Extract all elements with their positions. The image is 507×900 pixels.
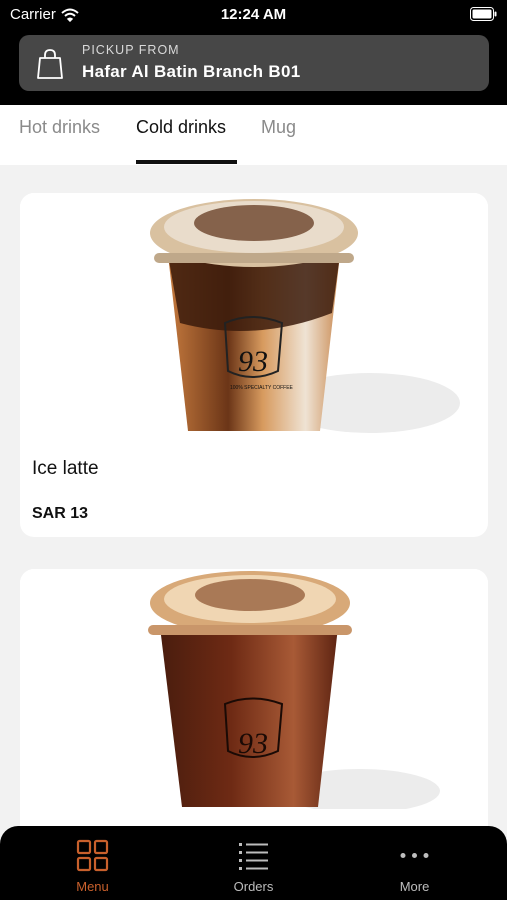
pickup-branch-name: Hafar Al Batin Branch B01 [82, 62, 301, 81]
tabbar-item-orders[interactable]: Orders [169, 826, 338, 900]
category-tabs: Hot drinks Cold drinks Mug [0, 105, 507, 165]
svg-text:100% SPECIALTY COFFEE: 100% SPECIALTY COFFEE [230, 385, 294, 391]
battery-icon [470, 7, 497, 21]
svg-text:93: 93 [238, 345, 268, 378]
list-icon [239, 843, 268, 870]
tabbar-item-menu[interactable]: Menu [8, 826, 177, 900]
product-card[interactable]: 93 100% SPECIALTY COFFEE Ice latte SAR 1… [20, 193, 488, 537]
product-name: Ice latte [32, 458, 99, 479]
bottom-tab-bar: Menu Orders More [0, 826, 507, 900]
grid-icon [76, 839, 109, 872]
tabbar-label-more: More [399, 879, 430, 894]
product-price: SAR 13 [32, 505, 89, 522]
status-bar: Carrier 12:24 AM [0, 0, 507, 30]
more-icon [400, 853, 429, 858]
tab-mug[interactable]: Mug [261, 117, 296, 138]
tabbar-label-menu: Menu [76, 879, 109, 894]
product-image: 93 100% SPECIALTY COFFEE [20, 193, 488, 433]
shopping-bag-icon [37, 49, 63, 79]
app-header: Carrier 12:24 AM PICKUP FROM Hafar Al Ba… [0, 0, 507, 105]
pickup-branch-selector[interactable]: PICKUP FROM Hafar Al Batin Branch B01 [19, 35, 489, 91]
product-image: 93 [20, 569, 488, 809]
pickup-label: PICKUP FROM [82, 43, 180, 57]
tabbar-item-more[interactable]: More [330, 826, 499, 900]
tabbar-label-orders: Orders [233, 879, 274, 894]
tab-cold-drinks[interactable]: Cold drinks [136, 117, 226, 138]
status-time: 12:24 AM [220, 6, 287, 23]
active-tab-indicator [136, 160, 237, 164]
tab-hot-drinks[interactable]: Hot drinks [19, 117, 100, 138]
svg-text:93: 93 [238, 727, 268, 760]
